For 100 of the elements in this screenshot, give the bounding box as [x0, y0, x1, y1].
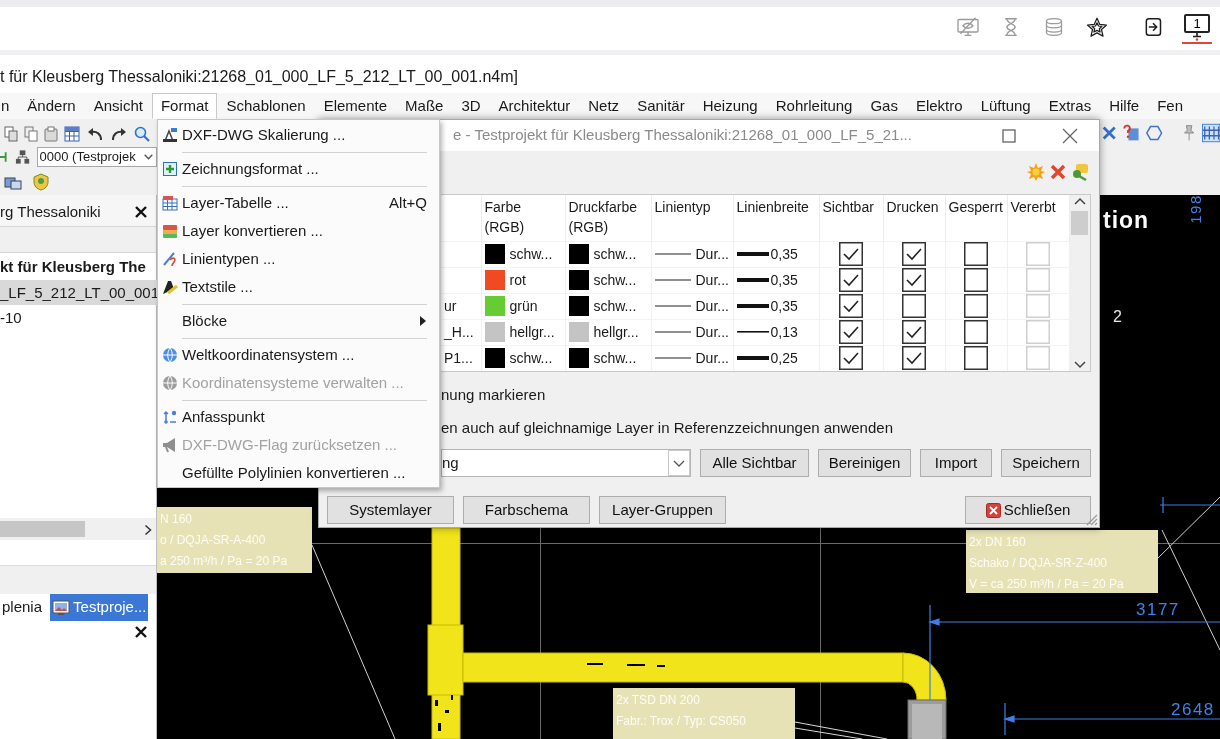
menu-item[interactable]: Format [151, 93, 218, 119]
checkbox[interactable] [964, 294, 988, 318]
key-icon[interactable] [1071, 163, 1089, 181]
horizontal-scrollbar[interactable] [0, 518, 156, 540]
paste-icon[interactable] [44, 125, 58, 142]
checkbox[interactable] [902, 346, 926, 371]
column-header[interactable]: Vererbt [1007, 195, 1069, 241]
dialog-button[interactable]: Systemlayer [327, 496, 454, 524]
menu-item[interactable]: Hilfe [1100, 93, 1149, 119]
dialog-button[interactable]: Farbschema [463, 496, 590, 524]
menu-item[interactable]: Netz [579, 93, 629, 119]
menu-item[interactable]: Gas [861, 93, 907, 119]
documents-icon[interactable] [4, 125, 18, 142]
column-header[interactable]: Farbe (RGB) [481, 195, 565, 241]
close-icon[interactable] [134, 205, 148, 219]
color-name: schw... [509, 348, 553, 368]
checkbox[interactable] [839, 320, 863, 344]
scrollbar-thumb[interactable] [1071, 211, 1089, 235]
dialog-button[interactable]: Import [920, 449, 992, 477]
menu-item[interactable]: Maße [396, 93, 453, 119]
checkbox[interactable] [839, 242, 863, 266]
menu-item[interactable]: Lüftung [971, 93, 1040, 119]
menu-item[interactable]: Ändern [18, 93, 85, 119]
dialog-button[interactable]: Layer-Gruppen [599, 496, 726, 524]
redo-icon[interactable] [110, 125, 128, 142]
menu-item[interactable]: Gefüllte Polylinien konvertieren ... [158, 459, 439, 487]
checkbox[interactable] [964, 268, 988, 292]
color-name: grün [509, 296, 538, 316]
menu-item[interactable]: Linientypen ... [158, 245, 439, 273]
line-type: Dur... [695, 296, 729, 316]
window-title: t für Kleusberg Thessaloniki:21268_01_000_LF_5_212_LT_00_001.n4m] [0, 67, 519, 87]
column-header[interactable]: Sichtbar [819, 195, 883, 241]
color-name: hellgr... [593, 322, 639, 342]
checkbox[interactable] [839, 346, 863, 371]
column-header[interactable]: Gesperrt [945, 195, 1007, 241]
menu-item[interactable]: n [0, 93, 19, 119]
starburst-icon[interactable] [1027, 163, 1045, 181]
menu-item[interactable]: Fen [1148, 93, 1193, 119]
tree-item[interactable]: kt für Kleusberg The [0, 254, 152, 280]
menu-item[interactable]: Elektro [906, 93, 972, 119]
checkbox[interactable] [964, 320, 988, 344]
close-icon[interactable] [134, 625, 148, 639]
table-icon[interactable] [64, 125, 80, 142]
tab[interactable]: Testproje... [50, 594, 149, 621]
tree-item[interactable]: -10 [0, 305, 28, 331]
menu-item[interactable]: Sanitär [628, 93, 694, 119]
menu-item[interactable]: Blöcke [158, 307, 439, 335]
menu-item[interactable]: Layer konvertieren ... [158, 217, 439, 245]
megaphone-icon [162, 437, 178, 453]
menu-item[interactable]: DXF-DWG Skalierung ... [158, 121, 439, 149]
menu-item[interactable]: Zeichnungsformat ... [158, 155, 439, 183]
menu-item[interactable]: Layer-Tabelle ... Alt+Q [158, 189, 439, 217]
callout-label: 2x DN 160 Schako / DQJA-SR-Z-400 V = ca 250 m³/h / Pa = 20 Pa [966, 530, 1158, 593]
copy-icon[interactable] [24, 125, 38, 142]
grid-icon[interactable] [1201, 123, 1220, 143]
checkbox[interactable] [964, 242, 988, 266]
dialog-button[interactable]: Alle Sichtbar [700, 449, 809, 477]
menu-item[interactable]: 3D [452, 93, 490, 119]
menu-item[interactable]: Elemente [314, 93, 397, 119]
dialog-button[interactable]: Bereinigen [818, 449, 911, 477]
checkbox[interactable] [964, 346, 988, 371]
menu-item[interactable]: Architektur [489, 93, 580, 119]
undo-icon[interactable] [86, 125, 104, 142]
delete-icon[interactable] [1050, 164, 1066, 180]
maximize-icon[interactable] [1001, 127, 1017, 144]
scroll-right-icon[interactable] [144, 523, 152, 536]
line-type: Dur... [695, 348, 729, 368]
project-dropdown[interactable]: 0000 (Testprojek [36, 146, 157, 167]
column-header[interactable]: Linientyp [651, 195, 733, 241]
checkbox[interactable] [839, 268, 863, 292]
help-icon[interactable] [1122, 123, 1141, 143]
tab[interactable]: plenia [0, 594, 45, 621]
checkbox[interactable] [839, 294, 863, 318]
menu-item[interactable]: Anfasspunkt [158, 403, 439, 431]
menu-item[interactable]: Heizung [693, 93, 767, 119]
checkbox[interactable] [902, 242, 926, 266]
menu-item[interactable]: Extras [1039, 93, 1101, 119]
filter-dropdown[interactable]: ng [441, 449, 691, 477]
option-label: en auch auf gleichnamige Layer in Referenzzeichnungen anwenden [441, 419, 894, 437]
checkbox[interactable] [902, 268, 926, 292]
column-header[interactable]: Druckfarbe (RGB) [565, 195, 651, 241]
vertical-scrollbar[interactable] [1069, 195, 1090, 371]
menu-item[interactable]: Ansicht [84, 93, 152, 119]
shield-pin-icon[interactable] [32, 172, 50, 191]
checkbox[interactable] [902, 320, 926, 344]
column-header[interactable]: Drucken [883, 195, 945, 241]
hexagon-icon[interactable] [1144, 123, 1164, 143]
line-style-icon [654, 357, 691, 360]
column-header[interactable]: Linienbreite [733, 195, 819, 241]
scrollbar-thumb[interactable] [0, 521, 85, 537]
hierarchy-icon[interactable] [15, 148, 31, 165]
layer-name: ur [444, 297, 457, 314]
zoom-icon[interactable] [134, 125, 150, 142]
resize-grip-icon[interactable] [1085, 513, 1098, 526]
checkbox[interactable] [902, 294, 926, 318]
menu-item[interactable]: Rohrleitung [766, 93, 862, 119]
dialog-button[interactable]: Speichern [1001, 449, 1091, 477]
close-button[interactable]: Schließen [965, 496, 1091, 524]
menu-item[interactable]: Schablonen [217, 93, 315, 119]
menu-item[interactable]: Weltkoordinatensystem ... [158, 341, 439, 369]
